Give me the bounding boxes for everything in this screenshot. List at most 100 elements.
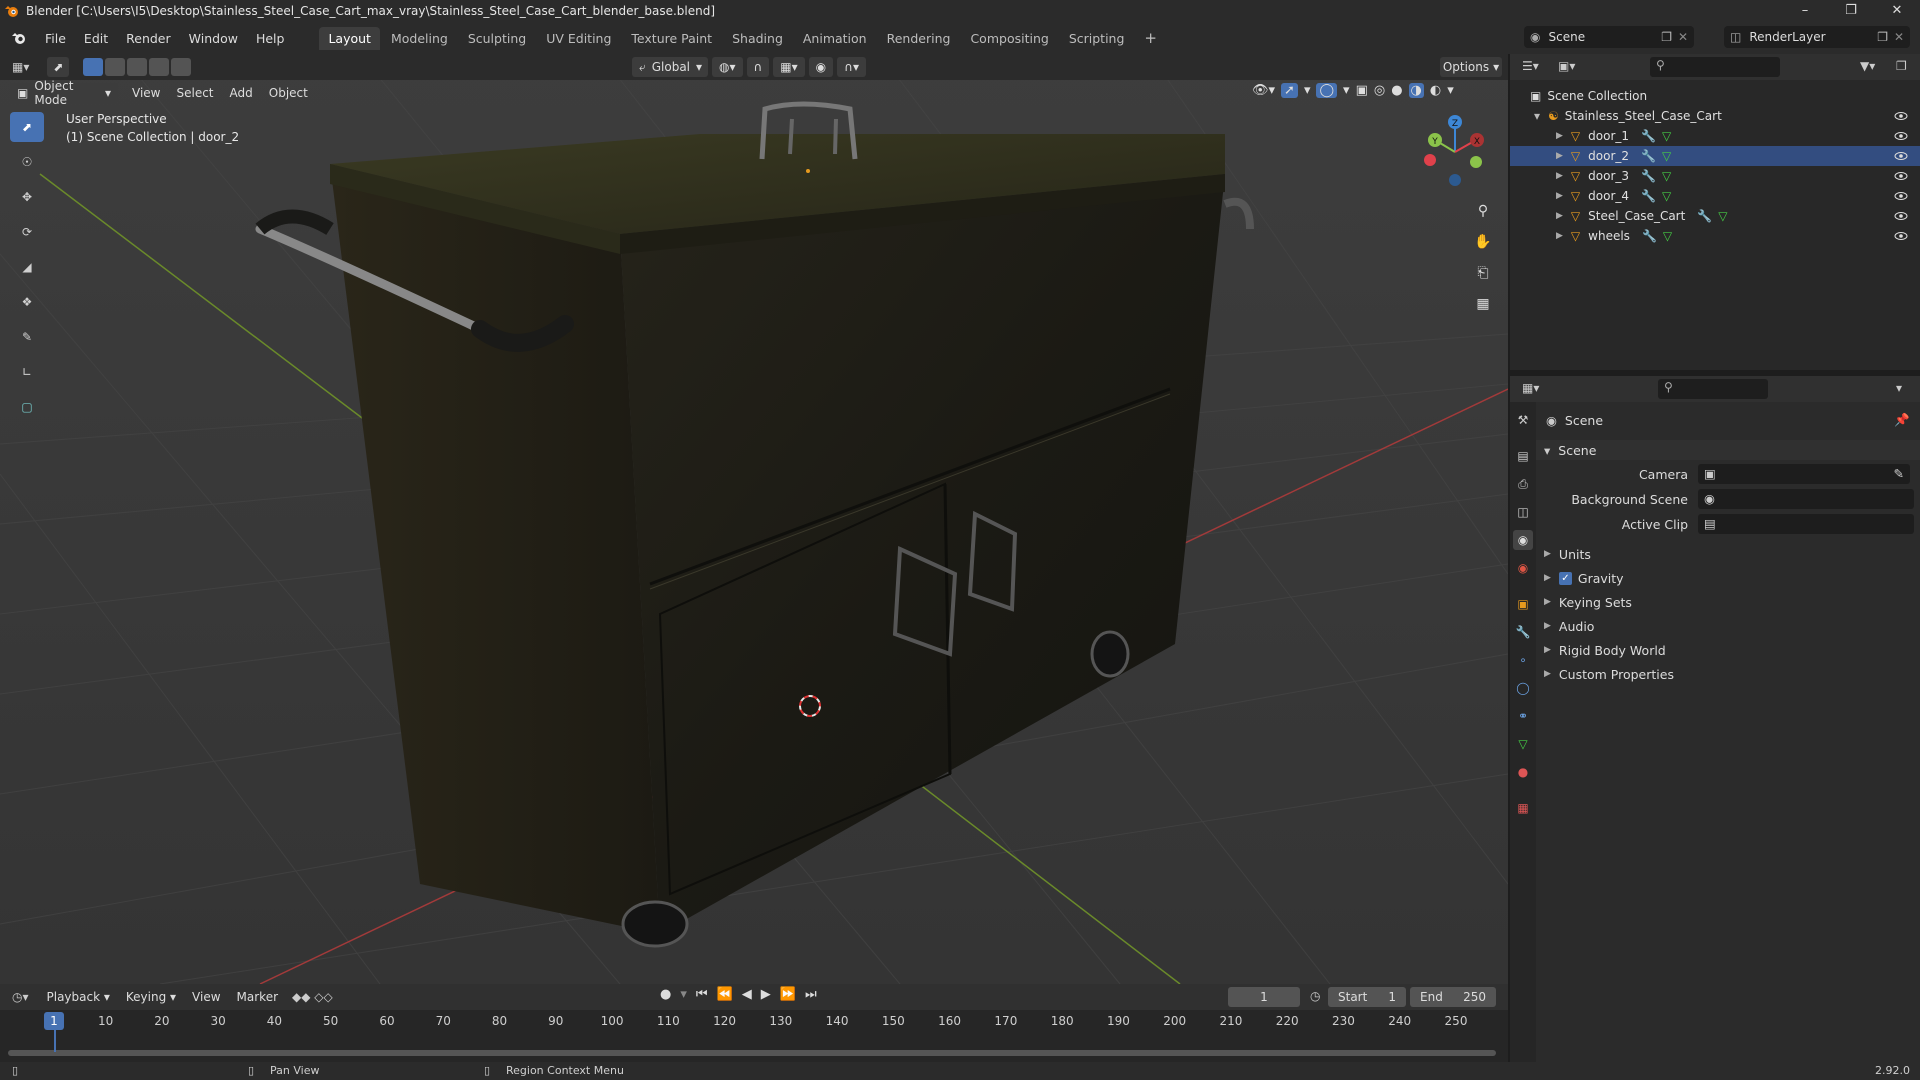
tab-material[interactable]: ● [1513,762,1533,782]
expand-arrow-icon[interactable]: ▶ [1556,171,1563,181]
tab-view-layer[interactable]: ◫ [1513,502,1533,522]
eye-icon[interactable] [1894,229,1908,243]
eye-icon[interactable] [1894,169,1908,183]
tab-shading[interactable]: Shading [723,27,792,50]
menu-edit[interactable]: Edit [75,31,117,46]
jump-end-icon[interactable]: ⏭ [805,987,817,1002]
play-icon[interactable]: ▶ [761,987,771,1002]
chevron-down-icon[interactable]: ▾ [1447,83,1454,98]
clock-icon[interactable]: ◷ [1310,989,1320,1003]
modifier-wrench-icon[interactable]: 🔧 [1642,229,1657,243]
shading-material-icon[interactable]: ◑ [1408,83,1424,98]
keying-menu[interactable]: Keying ▾ [118,990,184,1004]
tab-physics[interactable]: ◯ [1513,678,1533,698]
chevron-down-icon[interactable]: ▾ [1304,83,1311,98]
tab-sculpting[interactable]: Sculpting [459,27,535,50]
new-collection-icon[interactable]: ❐ [1896,59,1907,73]
move-tool[interactable]: ✥ [10,182,44,212]
expand-arrow-icon[interactable]: ▶ [1556,231,1563,241]
modifier-wrench-icon[interactable]: 🔧 [1641,129,1656,143]
properties-section[interactable]: ▶ Keying Sets [1536,592,1920,612]
eye-icon[interactable] [1894,129,1908,143]
timeline-view-menu[interactable]: View [184,990,228,1004]
tab-constraints[interactable]: ⚭ [1513,706,1533,726]
object-menu[interactable]: Object [261,86,316,100]
scene-collection-row[interactable]: ▣ Scene Collection [1510,86,1920,106]
background-scene-field[interactable]: ◉ [1698,489,1914,509]
prev-keyframe-icon[interactable]: ⏪ [717,987,733,1002]
tab-scene[interactable]: ◉ [1513,530,1533,550]
select-mode-subtract-icon[interactable] [127,58,148,76]
menu-file[interactable]: File [36,31,75,46]
outliner-object-row[interactable]: ▶ ▽ Steel_Case_Cart 🔧 ▽ [1510,206,1920,226]
delete-scene-icon[interactable]: ✕ [1678,30,1688,44]
camera-view-icon[interactable]: ⎗ [1472,258,1494,289]
delete-view-layer-icon[interactable]: ✕ [1894,30,1904,44]
mode-dropdown[interactable]: ▣ Object Mode ▾ [10,79,118,107]
tab-particles[interactable]: ∘ [1513,650,1533,670]
pin-icon[interactable]: 📌 [1894,412,1910,428]
proportional-edit-toggle[interactable]: ◉ [808,57,834,77]
frame-ruler[interactable]: 10 20 30 40 50 60 70 80 90 100 110 120 130 140 150 160 1… [8,1010,1498,1030]
eye-icon[interactable] [1894,109,1908,123]
active-clip-field[interactable]: ▤ [1698,514,1914,534]
outliner-object-row[interactable]: ▶ ▽ wheels 🔧 ▽ [1510,226,1920,246]
properties-section[interactable]: ▶ Units [1536,544,1920,564]
tab-uv-editing[interactable]: UV Editing [537,27,620,50]
gravity-checkbox[interactable]: ✓ [1558,571,1572,585]
tab-modifiers[interactable]: 🔧 [1513,622,1533,642]
cursor-tool[interactable]: ☉ [10,147,44,177]
annotate-tool[interactable]: ✎ [10,322,44,352]
rotate-tool[interactable]: ⟳ [10,217,44,247]
display-mode-icon[interactable]: ▣▾ [1558,59,1575,73]
mesh-data-icon[interactable]: ▽ [1662,169,1671,183]
mesh-data-icon[interactable]: ▽ [1662,189,1671,203]
navigation-gizmo[interactable]: Z Y X [1420,112,1490,192]
add-workspace-button[interactable]: + [1135,25,1166,51]
modifier-wrench-icon[interactable]: 🔧 [1641,189,1656,203]
mesh-data-icon[interactable]: ▽ [1662,129,1671,143]
tab-layout[interactable]: Layout [319,26,380,50]
tab-texture[interactable]: ▦ [1513,798,1533,818]
outliner-object-row[interactable]: ▶ ▽ door_2 🔧 ▽ [1510,146,1920,166]
tab-animation[interactable]: Animation [794,27,876,50]
outliner-object-row[interactable]: ▶ ▽ door_1 🔧 ▽ [1510,126,1920,146]
expand-arrow-icon[interactable]: ▶ [1556,151,1563,161]
options-dropdown[interactable]: Options ▾ [1440,57,1502,77]
tab-rendering[interactable]: Rendering [878,27,960,50]
scene-selector[interactable]: ◉ Scene ❐ ✕ [1524,26,1694,48]
tab-compositing[interactable]: Compositing [961,27,1057,50]
tab-output[interactable]: ⎙ [1513,474,1533,494]
expand-arrow-icon[interactable]: ▶ [1556,211,1563,221]
outliner-editor-icon[interactable]: ☰▾ [1522,59,1539,73]
camera-field[interactable]: ▣ ✎ [1698,464,1910,484]
start-frame-field[interactable]: Start 1 [1328,987,1406,1007]
shading-solid-icon[interactable]: ● [1391,83,1402,98]
view-layer-selector[interactable]: ◫ RenderLayer ❐ ✕ [1724,26,1910,48]
snap-target-dropdown[interactable]: ▦▾ [773,57,805,77]
menu-window[interactable]: Window [180,31,247,46]
select-mode-extend-icon[interactable] [105,58,126,76]
modifier-wrench-icon[interactable]: 🔧 [1697,209,1712,223]
select-mode-invert-icon[interactable] [149,58,170,76]
select-mode-new-icon[interactable] [83,58,104,76]
menu-render[interactable]: Render [117,31,180,46]
shading-rendered-icon[interactable]: ◐ [1430,83,1441,98]
active-tool-icon[interactable]: ⬈ [47,57,70,77]
marker-menu[interactable]: Marker [229,990,286,1004]
keyframe-icons[interactable]: ◆◆ ◇◇ [292,990,333,1004]
expand-arrow-icon[interactable]: ▶ [1556,191,1563,201]
eye-icon[interactable] [1894,189,1908,203]
expand-arrow-icon[interactable]: ▶ [1556,131,1563,141]
record-icon[interactable]: ● [660,987,671,1002]
tab-data[interactable]: ▽ [1513,734,1533,754]
properties-editor-icon[interactable]: ▦▾ [1522,381,1539,395]
expand-arrow-icon[interactable]: ▾ [1534,109,1540,123]
outliner-object-row[interactable]: ▶ ▽ door_4 🔧 ▽ [1510,186,1920,206]
mesh-data-icon[interactable]: ▽ [1718,209,1727,223]
menu-help[interactable]: Help [247,31,294,46]
properties-section[interactable]: ▶ Rigid Body World [1536,640,1920,660]
chevron-down-icon[interactable]: ▾ [1343,83,1350,98]
chevron-down-icon[interactable]: ▾ [1896,381,1902,395]
timeline-scrollbar[interactable] [8,1050,1496,1056]
